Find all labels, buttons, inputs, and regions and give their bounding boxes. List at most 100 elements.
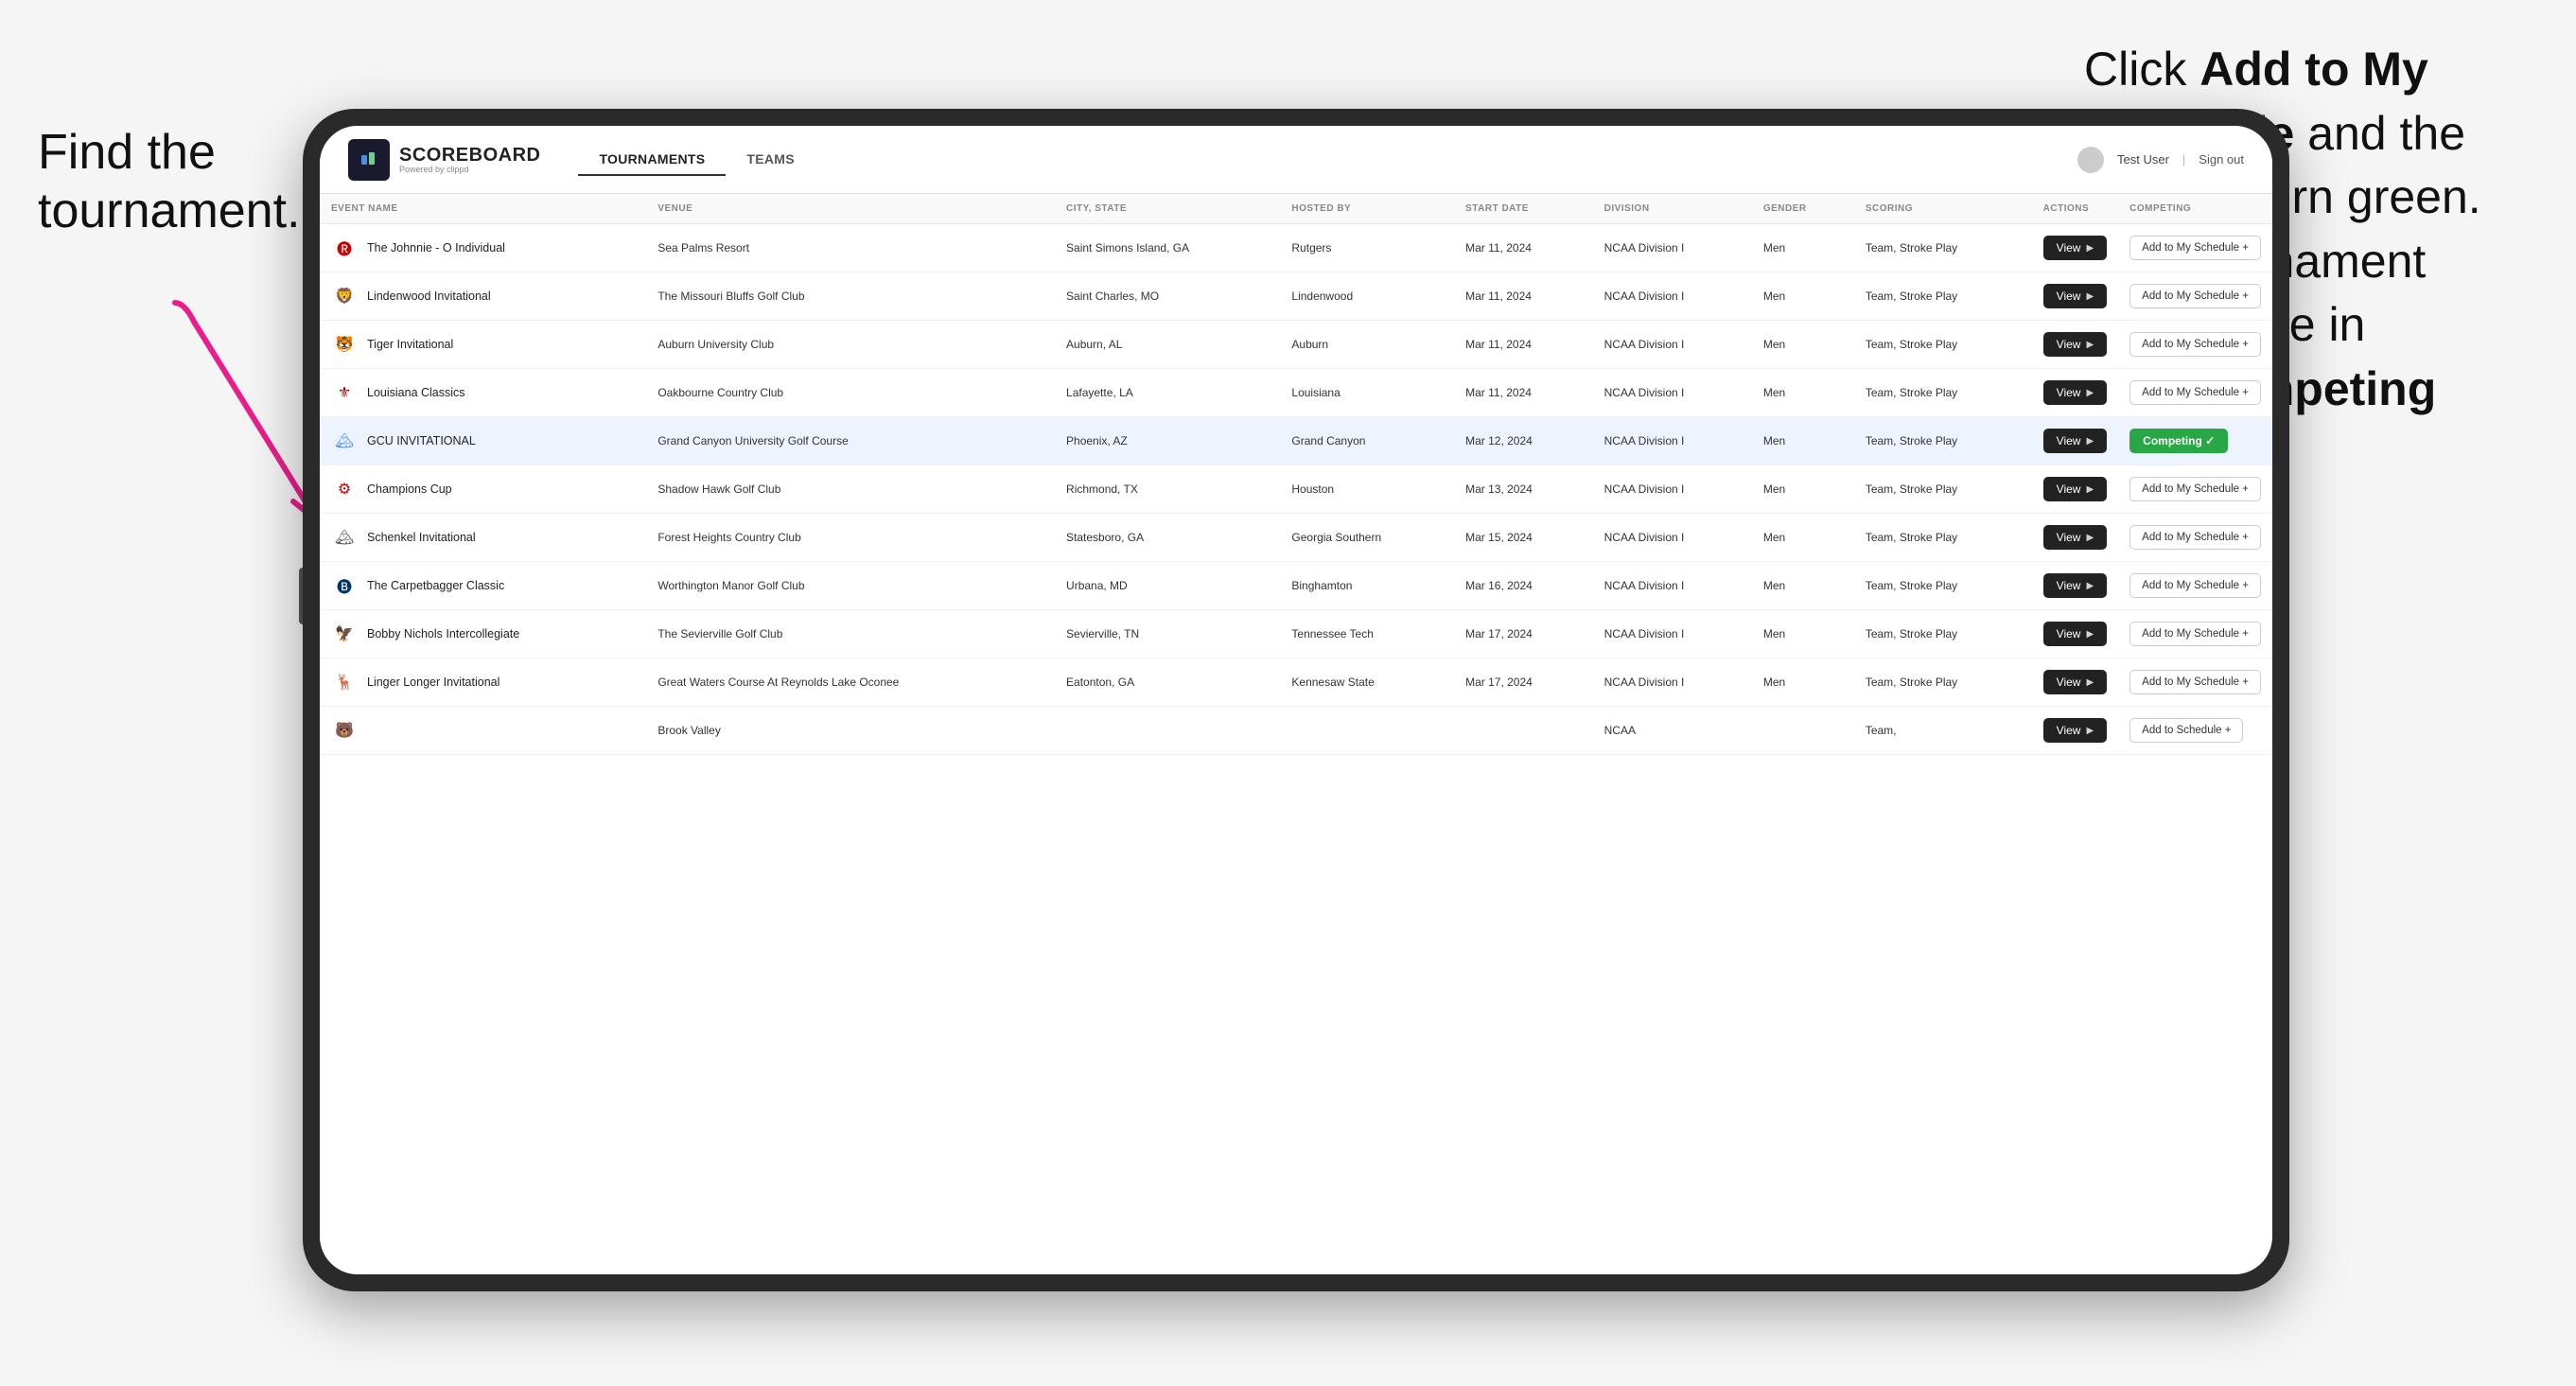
date-cell: Mar 11, 2024 <box>1454 369 1593 417</box>
event-name-cell: 🦅 Bobby Nichols Intercollegiate <box>320 610 646 658</box>
table-row: 🅡 The Johnnie - O Individual Sea Palms R… <box>320 224 2272 272</box>
add-to-schedule-button[interactable]: Add to My Schedule + <box>2129 573 2261 598</box>
table-row: ⚙ Champions Cup Shadow Hawk Golf Club Ri… <box>320 465 2272 514</box>
division-cell: NCAA Division I <box>1593 658 1752 707</box>
event-name-cell: 🦌 Linger Longer Invitational <box>320 658 646 707</box>
gender-cell: Men <box>1752 272 1854 321</box>
event-name-cell: 🦁 Lindenwood Invitational <box>320 272 646 321</box>
event-name: Schenkel Invitational <box>367 531 476 544</box>
division-cell: NCAA Division I <box>1593 272 1752 321</box>
division-cell: NCAA Division I <box>1593 465 1752 514</box>
add-to-schedule-button[interactable]: Add to My Schedule + <box>2129 477 2261 501</box>
competing-cell: Competing ✓ <box>2118 417 2272 465</box>
tab-teams[interactable]: TEAMS <box>726 144 815 176</box>
col-venue: VENUE <box>646 194 1055 224</box>
division-cell: NCAA Division I <box>1593 369 1752 417</box>
view-button[interactable]: View ▶ <box>2043 718 2108 743</box>
competing-cell: Add to My Schedule + <box>2118 658 2272 707</box>
view-button[interactable]: View ▶ <box>2043 622 2108 646</box>
date-cell: Mar 11, 2024 <box>1454 272 1593 321</box>
team-logo: 🅡 <box>331 235 358 261</box>
date-cell: Mar 12, 2024 <box>1454 417 1593 465</box>
actions-cell: View ▶ <box>2032 369 2119 417</box>
tab-tournaments[interactable]: TOURNAMENTS <box>578 144 726 176</box>
scoring-cell: Team, Stroke Play <box>1854 369 2032 417</box>
view-button[interactable]: View ▶ <box>2043 284 2108 308</box>
add-to-schedule-button[interactable]: Add to My Schedule + <box>2129 332 2261 357</box>
actions-cell: View ▶ <box>2032 514 2119 562</box>
venue-cell: Shadow Hawk Golf Club <box>646 465 1055 514</box>
view-button[interactable]: View ▶ <box>2043 429 2108 453</box>
division-cell: NCAA Division I <box>1593 514 1752 562</box>
competing-button[interactable]: Competing ✓ <box>2129 429 2228 453</box>
team-logo: 🦅 <box>331 621 358 647</box>
hosted-cell: Georgia Southern <box>1280 514 1454 562</box>
competing-cell: Add to Schedule + <box>2118 707 2272 755</box>
play-icon: ▶ <box>2086 581 2094 591</box>
venue-cell: Sea Palms Resort <box>646 224 1055 272</box>
venue-cell: Grand Canyon University Golf Course <box>646 417 1055 465</box>
actions-cell: View ▶ <box>2032 658 2119 707</box>
add-to-schedule-button[interactable]: Add to My Schedule + <box>2129 670 2261 694</box>
division-cell: NCAA <box>1593 707 1752 755</box>
hosted-cell: Kennesaw State <box>1280 658 1454 707</box>
venue-cell: The Missouri Bluffs Golf Club <box>646 272 1055 321</box>
team-logo: 🏔 <box>331 524 358 551</box>
hosted-cell: Lindenwood <box>1280 272 1454 321</box>
add-to-schedule-button[interactable]: Add to My Schedule + <box>2129 380 2261 405</box>
date-cell: Mar 17, 2024 <box>1454 658 1593 707</box>
team-logo: 🅑 <box>331 572 358 599</box>
view-button[interactable]: View ▶ <box>2043 380 2108 405</box>
view-button[interactable]: View ▶ <box>2043 525 2108 550</box>
view-button[interactable]: View ▶ <box>2043 332 2108 357</box>
nav-right: Test User | Sign out <box>2077 147 2244 173</box>
scoring-cell: Team, Stroke Play <box>1854 417 2032 465</box>
city-cell: Saint Charles, MO <box>1055 272 1280 321</box>
add-to-schedule-button[interactable]: Add to My Schedule + <box>2129 622 2261 646</box>
city-cell: Urbana, MD <box>1055 562 1280 610</box>
scoring-cell: Team, Stroke Play <box>1854 272 2032 321</box>
event-name: Lindenwood Invitational <box>367 289 491 303</box>
team-logo: 🏔 <box>331 428 358 454</box>
event-name-cell: 🅡 The Johnnie - O Individual <box>320 224 646 272</box>
scoring-cell: Team, Stroke Play <box>1854 321 2032 369</box>
scoring-cell: Team, Stroke Play <box>1854 465 2032 514</box>
add-to-schedule-button[interactable]: Add to My Schedule + <box>2129 284 2261 308</box>
gender-cell: Men <box>1752 658 1854 707</box>
add-to-schedule-button[interactable]: Add to Schedule + <box>2129 718 2243 743</box>
sign-out-link[interactable]: Sign out <box>2199 152 2244 167</box>
venue-cell: Auburn University Club <box>646 321 1055 369</box>
hosted-cell: Houston <box>1280 465 1454 514</box>
event-name-cell: ⚙ Champions Cup <box>320 465 646 514</box>
team-logo: 🦁 <box>331 283 358 309</box>
date-cell: Mar 15, 2024 <box>1454 514 1593 562</box>
scoring-cell: Team, <box>1854 707 2032 755</box>
table-row: 🦅 Bobby Nichols Intercollegiate The Sevi… <box>320 610 2272 658</box>
division-cell: NCAA Division I <box>1593 321 1752 369</box>
play-icon: ▶ <box>2086 243 2094 254</box>
team-logo: 🦌 <box>331 669 358 695</box>
date-cell: Mar 11, 2024 <box>1454 224 1593 272</box>
col-date: START DATE <box>1454 194 1593 224</box>
view-button[interactable]: View ▶ <box>2043 236 2108 260</box>
actions-cell: View ▶ <box>2032 417 2119 465</box>
division-cell: NCAA Division I <box>1593 224 1752 272</box>
play-icon: ▶ <box>2086 388 2094 398</box>
col-hosted: HOSTED BY <box>1280 194 1454 224</box>
col-gender: GENDER <box>1752 194 1854 224</box>
add-to-schedule-button[interactable]: Add to My Schedule + <box>2129 236 2261 260</box>
play-icon: ▶ <box>2086 436 2094 447</box>
col-competing: COMPETING <box>2118 194 2272 224</box>
venue-cell: Brook Valley <box>646 707 1055 755</box>
add-to-schedule-button[interactable]: Add to My Schedule + <box>2129 525 2261 550</box>
competing-cell: Add to My Schedule + <box>2118 465 2272 514</box>
view-button[interactable]: View ▶ <box>2043 670 2108 694</box>
view-button[interactable]: View ▶ <box>2043 477 2108 501</box>
city-cell: Auburn, AL <box>1055 321 1280 369</box>
venue-cell: Great Waters Course At Reynolds Lake Oco… <box>646 658 1055 707</box>
view-button[interactable]: View ▶ <box>2043 573 2108 598</box>
event-name: GCU INVITATIONAL <box>367 434 476 447</box>
division-cell: NCAA Division I <box>1593 417 1752 465</box>
scoring-cell: Team, Stroke Play <box>1854 514 2032 562</box>
city-cell: Lafayette, LA <box>1055 369 1280 417</box>
